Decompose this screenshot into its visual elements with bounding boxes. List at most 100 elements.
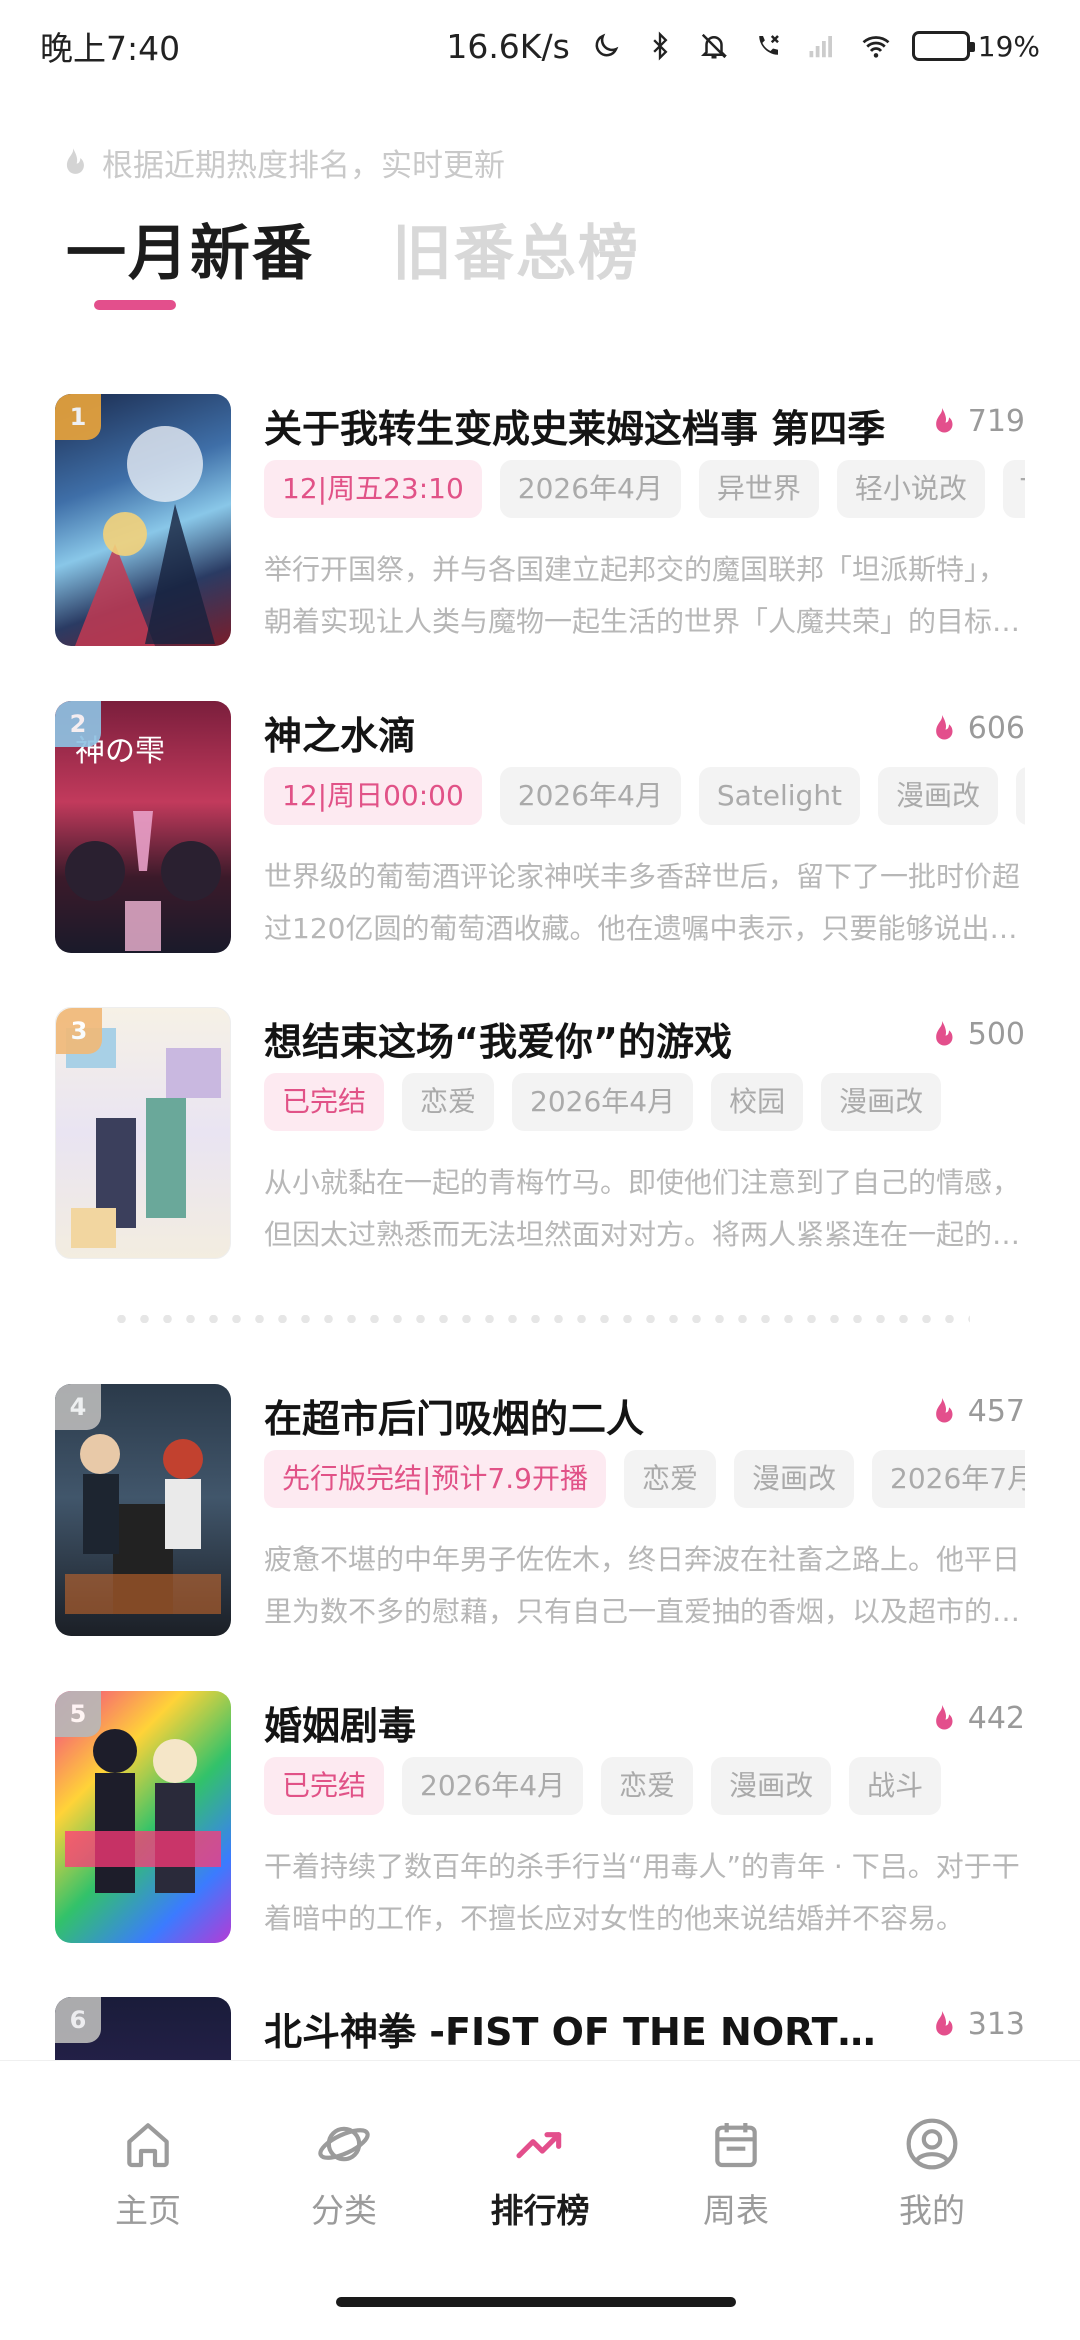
home-indicator[interactable] — [336, 2297, 736, 2307]
anime-title[interactable]: 在超市后门吸烟的二人 — [264, 1388, 904, 1443]
tag-list: 12|周五23:10 2026年4月 异世界 轻小说改 TV — [264, 460, 1025, 520]
anime-description: 干着持续了数百年的杀手行当“用毒人”的青年 · 下吕。对于干着暗中的工作，不擅长… — [264, 1850, 1020, 1935]
nav-label: 我的 — [899, 2191, 965, 2230]
nav-label: 分类 — [311, 2191, 377, 2230]
anime-cover[interactable]: 3 — [55, 1007, 231, 1259]
call-missed-icon — [750, 28, 786, 64]
tag[interactable]: 恋爱 — [402, 1073, 495, 1131]
signal-icon — [804, 28, 840, 64]
tag[interactable]: 漫画改 — [733, 1450, 854, 1508]
flame-icon — [935, 1397, 953, 1422]
rank-badge: 6 — [55, 1997, 101, 2043]
heat-value: 313 — [967, 2007, 1025, 2042]
tag-list: 已完结 恋爱 2026年4月 校园 漫画改 — [264, 1073, 1025, 1133]
tag[interactable]: 异世界 — [698, 460, 819, 518]
tag[interactable]: 恋爱 — [623, 1450, 716, 1508]
tag[interactable]: 2026年4月 — [512, 1073, 694, 1131]
tag-list: 先行版完结|预计7.9开播 恋爱 漫画改 2026年7月 — [264, 1450, 1025, 1510]
heat-score: 442 — [928, 1701, 1025, 1736]
heat-score: 500 — [928, 1017, 1025, 1052]
rank-badge: 4 — [55, 1384, 101, 1430]
flame-icon — [935, 714, 953, 739]
ranking-hint: 根据近期热度排名，实时更新 — [58, 140, 505, 185]
tab-all-time[interactable]: 旧番总榜 — [392, 205, 640, 292]
flame-icon — [935, 2010, 953, 2035]
hint-text: 根据近期热度排名，实时更新 — [102, 148, 505, 184]
tag[interactable]: 漫画改 — [878, 767, 999, 825]
tag[interactable]: 战斗 — [849, 1757, 942, 1815]
flame-icon — [935, 1020, 953, 1045]
heat-value: 719 — [967, 404, 1025, 439]
tag[interactable]: 已完结 — [264, 1073, 385, 1131]
tag[interactable]: 轻小说改 — [836, 460, 985, 518]
anime-title[interactable]: 婚姻剧毒 — [264, 1695, 904, 1750]
net-speed: 16.6K/s — [446, 26, 570, 66]
tag[interactable]: 2026年7月 — [872, 1450, 1025, 1508]
ranking-tabs: 一月新番 旧番总榜 — [66, 205, 640, 292]
tag[interactable]: TV — [1002, 460, 1025, 518]
home-icon — [127, 2123, 169, 2168]
status-bar: 晚上7:40 16.6K/s 19% — [0, 0, 1080, 92]
tag[interactable]: 恋爱 — [601, 1757, 694, 1815]
anime-title[interactable]: 北斗神拳 -FIST OF THE NORTH STAR- — [264, 2001, 904, 2056]
flame-icon — [935, 1704, 953, 1729]
anime-description: 世界级的葡萄酒评论家神咲丰多香辞世后，留下了一批时价超过120亿圆的葡萄酒收藏。… — [264, 860, 1021, 945]
heat-score: 457 — [928, 1394, 1025, 1429]
tag-list: 已完结 2026年4月 恋爱 漫画改 战斗 — [264, 1757, 1025, 1817]
anime-title[interactable]: 关于我转生变成史莱姆这档事 第四季 — [264, 398, 904, 453]
status-icons: 16.6K/s 19% — [446, 27, 1040, 66]
tag[interactable]: 漫画改 — [821, 1073, 942, 1131]
anime-cover[interactable]: 5 — [55, 1691, 231, 1943]
moon-icon — [588, 28, 624, 64]
list-item[interactable]: 1 关于我转生变成史莱姆这档事 第四季 719 12|周五23:10 2026年… — [55, 394, 1025, 646]
tag[interactable]: 已完结 — [264, 1757, 385, 1815]
list-item[interactable]: 4 在超市后门吸烟的二人 457 先行版完结|预计7.9开播 恋爱 漫画改 20… — [55, 1384, 1025, 1636]
nav-category[interactable]: 分类 — [274, 2116, 414, 2232]
nav-schedule[interactable]: 周表 — [666, 2116, 806, 2232]
battery-icon: 19% — [911, 30, 1040, 63]
anime-description: 举行开国祭，并与各国建立起邦交的魔国联邦「坦派斯特」，朝着实现让人类与魔物一起生… — [264, 553, 1021, 638]
nav-home[interactable]: 主页 — [78, 2116, 218, 2232]
nav-label: 排行榜 — [490, 2191, 590, 2230]
heat-score: 719 — [928, 404, 1025, 439]
anime-description: 疲惫不堪的中年男子佐佐木，终日奔波在社畜之路上。他平日里为数不多的慰藉，只有自己… — [264, 1543, 1021, 1628]
tab-new-season[interactable]: 一月新番 — [66, 205, 314, 292]
nav-profile[interactable]: 我的 — [862, 2116, 1002, 2232]
active-tab-indicator — [94, 300, 176, 310]
tag[interactable]: 12|周五23:10 — [264, 460, 482, 518]
tag[interactable]: 2026年4月 — [499, 767, 681, 825]
tag[interactable]: 2026年4月 — [499, 460, 681, 518]
heat-score: 606 — [928, 711, 1025, 746]
tag-list: 12|周日00:00 2026年4月 Satelight 漫画改 漫 — [264, 767, 1025, 827]
rank-badge: 3 — [56, 1008, 102, 1054]
tag[interactable]: 12|周日00:00 — [264, 767, 482, 825]
nav-ranking[interactable]: 排行榜 — [470, 2116, 610, 2232]
tag[interactable]: 校园 — [711, 1073, 804, 1131]
anime-cover[interactable]: 1 — [55, 394, 231, 646]
tag[interactable]: 2026年4月 — [402, 1757, 584, 1815]
anime-cover[interactable]: 6 — [55, 1997, 231, 2060]
heat-value: 606 — [967, 711, 1025, 746]
anime-cover[interactable]: 4 — [55, 1384, 231, 1636]
planet-icon — [318, 2126, 370, 2162]
tag[interactable]: 漫 — [1016, 767, 1025, 825]
list-item[interactable]: 3 想结束这场“我爱你”的游戏 500 已完结 恋爱 2026年4月 校园 漫画… — [55, 1007, 1025, 1259]
list-item[interactable]: 神の雫 2 神之水滴 606 12|周日00:00 2026年4月 Sateli… — [55, 701, 1025, 953]
list-item[interactable]: 5 婚姻剧毒 442 已完结 2026年4月 恋爱 漫画改 战斗 干着持续了数百… — [55, 1691, 1025, 1943]
anime-cover[interactable]: 神の雫 2 — [55, 701, 231, 953]
tag[interactable]: Satelight — [698, 767, 861, 825]
tag[interactable]: 漫画改 — [711, 1757, 832, 1815]
bell-muted-icon — [696, 28, 732, 64]
wifi-icon — [858, 28, 894, 64]
anime-title[interactable]: 想结束这场“我爱你”的游戏 — [264, 1011, 904, 1066]
calendar-icon — [715, 2123, 757, 2168]
list-item[interactable]: 6 北斗神拳 -FIST OF THE NORTH STAR- 313 — [55, 1997, 1025, 2060]
bluetooth-icon — [642, 28, 678, 64]
heat-score: 313 — [928, 2007, 1025, 2042]
tag[interactable]: 先行版完结|预计7.9开播 — [264, 1450, 606, 1508]
trending-icon — [516, 2132, 562, 2159]
nav-label: 主页 — [115, 2191, 181, 2230]
anime-title[interactable]: 神之水滴 — [264, 705, 904, 760]
heat-value: 442 — [967, 1701, 1025, 1736]
status-time: 晚上7:40 — [40, 29, 181, 68]
